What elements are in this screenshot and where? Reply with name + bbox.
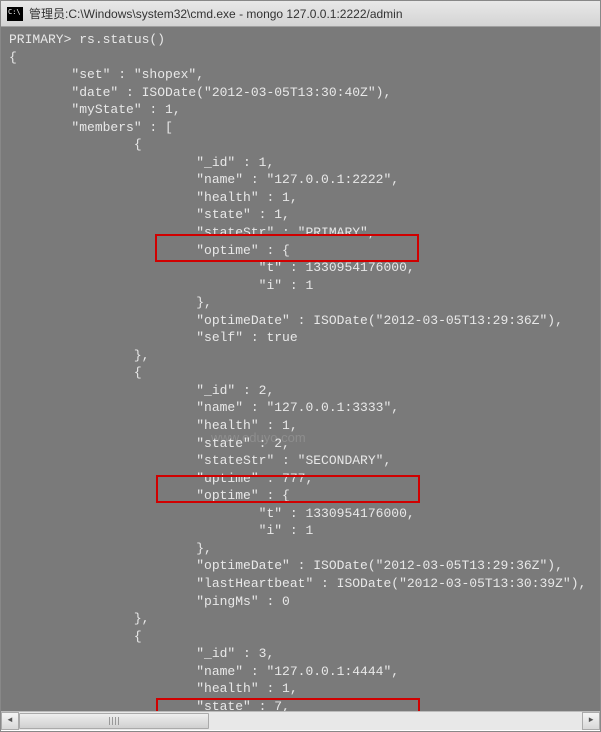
output-line: "myState" : 1, [9,102,181,117]
window-titlebar: 管理员: C:\Windows\system32\cmd.exe - mongo… [1,1,600,27]
horizontal-scrollbar[interactable]: ◄ ► [1,711,600,729]
output-line: "self" : true [9,330,298,345]
output-line: "lastHeartbeat" : ISODate("2012-03-05T13… [9,576,586,591]
cmd-icon [7,7,23,21]
output-line: "i" : 1 [9,523,313,538]
title-prefix: 管理员: [29,5,68,22]
output-line: "_id" : 2, [9,383,274,398]
output-line: "optimeDate" : ISODate("2012-03-05T13:29… [9,558,563,573]
output-line: "members" : [ [9,120,173,135]
output-line: "i" : 1 [9,278,313,293]
output-line: "optime" : { [9,488,290,503]
command: rs.status() [79,32,165,47]
output-line: }, [9,348,149,363]
output-line: "state" : 1, [9,207,290,222]
output-line: { [9,137,142,152]
scroll-track[interactable] [19,712,582,730]
output-line: "state" : 7, [9,699,290,711]
output-line: "name" : "127.0.0.1:3333", [9,400,399,415]
scroll-thumb[interactable] [19,713,209,729]
output-line: "_id" : 1, [9,155,274,170]
output-line: "stateStr" : "PRIMARY", [9,225,376,240]
output-line: "health" : 1, [9,190,298,205]
output-line: "pingMs" : 0 [9,594,290,609]
output-line: }, [9,541,212,556]
scroll-left-arrow[interactable]: ◄ [1,712,19,730]
output-line: "set" : "shopex", [9,67,204,82]
output-line: "optime" : { [9,243,290,258]
output-line: "t" : 1330954176000, [9,260,415,275]
output-line: "uptime" : 777, [9,471,313,486]
prompt: PRIMARY> [9,32,79,47]
output-line: "state" : 2, [9,436,290,451]
output-line: { [9,50,17,65]
output-line: "name" : "127.0.0.1:2222", [9,172,399,187]
output-line: "_id" : 3, [9,646,274,661]
output-line: "health" : 1, [9,681,298,696]
output-line: }, [9,611,149,626]
output-line: "t" : 1330954176000, [9,506,415,521]
output-line: "stateStr" : "SECONDARY", [9,453,391,468]
output-line: { [9,629,142,644]
output-line: "health" : 1, [9,418,298,433]
title-path: C:\Windows\system32\cmd.exe - mongo 127.… [68,7,402,21]
output-line: "name" : "127.0.0.1:4444", [9,664,399,679]
output-line: { [9,365,142,380]
scroll-right-arrow[interactable]: ► [582,712,600,730]
terminal-output[interactable]: PRIMARY> rs.status() { "set" : "shopex",… [1,27,600,711]
output-line: "date" : ISODate("2012-03-05T13:30:40Z")… [9,85,391,100]
output-line: }, [9,295,212,310]
thumb-grip-icon [109,717,119,725]
output-line: "optimeDate" : ISODate("2012-03-05T13:29… [9,313,563,328]
